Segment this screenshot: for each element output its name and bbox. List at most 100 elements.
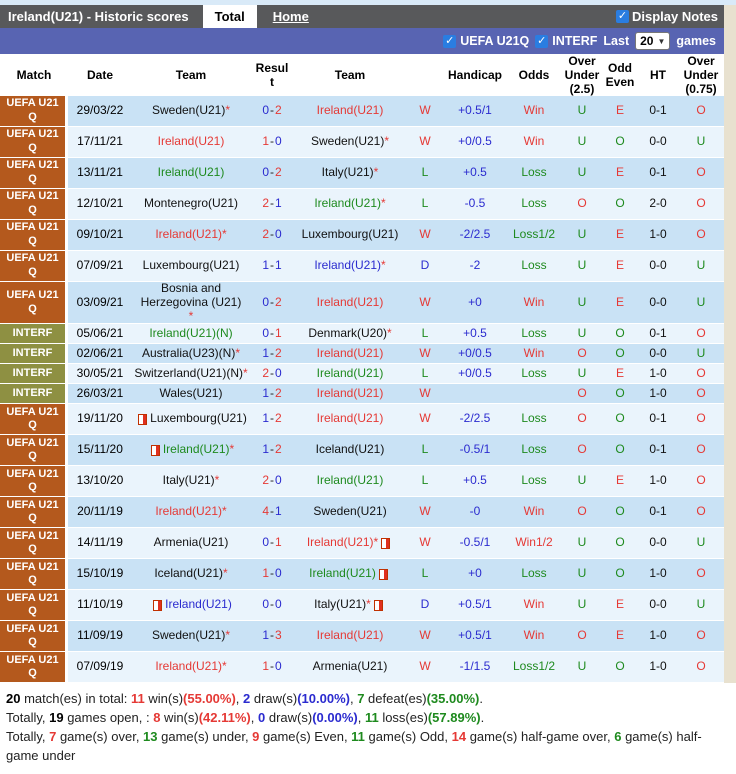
home-team-name: Ireland(U21): [165, 597, 232, 612]
red-card-icon: [381, 537, 391, 549]
home-score: 0: [262, 597, 269, 612]
away-team: Armenia(U21): [294, 652, 406, 682]
checkbox-checked-icon[interactable]: [535, 34, 549, 48]
handicap-value: +0/0.5: [458, 365, 492, 380]
handicap-value: -2/2.5: [459, 411, 491, 426]
away-team-name: Ireland(U21): [316, 411, 384, 426]
away-team-name: Ireland(U21): [316, 365, 384, 380]
match-date: 14/11/19: [77, 535, 123, 550]
advantage-star: *: [243, 365, 248, 380]
score: 0-2: [250, 282, 294, 323]
away-team-name: Ireland(U21): [316, 345, 384, 360]
away-team: Ireland(U21): [294, 282, 406, 323]
home-score: 2: [262, 473, 269, 488]
games-label: games: [676, 34, 716, 48]
away-score: 1: [275, 504, 282, 519]
table-row: UEFA U21 Q 12/10/21 Montenegro(U21) 2-1 Irel…: [0, 189, 724, 220]
away-team: Ireland(U21): [294, 621, 406, 651]
result-letter: W: [419, 134, 431, 149]
match-date: 02/06/21: [76, 345, 124, 360]
odd-even: E: [615, 365, 624, 380]
result-letter: L: [421, 473, 429, 488]
handicap-value: -0.5: [464, 196, 486, 211]
chevron-down-icon: [657, 37, 665, 46]
home-team-name: Montenegro(U21): [143, 196, 239, 211]
tab-home[interactable]: Home: [271, 5, 311, 28]
table-row: UEFA U21 Q 15/10/19 Iceland(U21) * 1-0 Irelan…: [0, 559, 724, 591]
home-team-name: Ireland(U21): [162, 442, 230, 457]
odd-even: E: [615, 597, 624, 612]
away-team-name: Ireland(U21): [316, 628, 384, 643]
away-score: 2: [275, 385, 282, 400]
away-score: 0: [275, 365, 282, 380]
handicap-value: +0.5: [463, 165, 487, 180]
home-score: 1: [262, 258, 269, 273]
page-title: Ireland(U21) - Historic scores: [8, 9, 189, 24]
checkbox-checked-icon[interactable]: [443, 34, 457, 48]
competition-label: UEFA U21 Q: [0, 158, 68, 188]
odds-value: Loss: [521, 325, 547, 340]
tab-total[interactable]: Total: [202, 5, 257, 28]
home-team-name: Ireland(U21): [155, 659, 223, 674]
advantage-star: *: [188, 308, 194, 323]
match-date: 11/09/19: [77, 628, 123, 643]
over-under-25: U: [577, 566, 587, 581]
away-team-name: Denmark(U20): [308, 325, 387, 340]
table-row: UEFA U21 Q 07/09/19 Ireland(U21) * 1-0 Armeni…: [0, 652, 724, 684]
odds-value: Loss: [521, 196, 547, 211]
odds-value: Loss: [521, 442, 547, 457]
ht-score: 0-1: [649, 442, 667, 457]
table-row: INTERF 26/03/21 Wales(U21) 1-2 Ireland(U21) W…: [0, 384, 724, 405]
over-under-25: O: [577, 442, 587, 457]
odds-value: Loss1/2: [512, 227, 556, 242]
home-score: 0: [262, 294, 269, 309]
home-score: 0: [262, 535, 269, 550]
over-under-25: O: [577, 385, 587, 400]
last-games-select[interactable]: 20: [635, 32, 671, 50]
home-team-name: Ireland(U21)(N): [149, 325, 233, 340]
table-row: INTERF 30/05/21 Switzerland(U21)(N) * 2-0 Ire…: [0, 364, 724, 385]
score: 2-0: [250, 466, 294, 496]
home-team-name: Italy(U21): [162, 473, 215, 488]
filter-bar: UEFA U21Q INTERF Last 20 games: [0, 28, 724, 54]
competition-label: UEFA U21 Q: [0, 189, 68, 219]
display-notes-toggle[interactable]: Display Notes: [616, 9, 724, 24]
table-row: INTERF 05/06/21 Ireland(U21)(N) 0-1 Denmark(…: [0, 324, 724, 345]
handicap-value: +0.5: [463, 473, 487, 488]
result-letter: L: [421, 196, 429, 211]
uefa-u21q-toggle[interactable]: UEFA U21Q: [443, 34, 529, 48]
away-team-name: Sweden(U21): [310, 134, 385, 149]
red-card-icon: [373, 599, 383, 611]
away-team: Denmark(U20) *: [294, 324, 406, 343]
home-team: Luxembourg(U21): [132, 251, 250, 281]
last-label: Last: [603, 34, 630, 48]
odd-even: O: [615, 504, 625, 519]
competition-label: UEFA U21 Q: [0, 621, 68, 652]
result-letter: L: [421, 325, 429, 340]
ht-score: 0-0: [649, 345, 667, 360]
table-row: UEFA U21 Q 13/11/21 Ireland(U21) 0-2 Italy(U…: [0, 158, 724, 189]
home-score: 0: [262, 325, 269, 340]
odd-even: O: [615, 411, 625, 426]
away-team-name: Italy(U21): [321, 165, 374, 180]
odds-value: Loss: [521, 411, 547, 426]
ht-score: 1-0: [649, 473, 667, 488]
header-over-under-075: Over Under (0.75): [683, 54, 719, 96]
red-card-icon: [378, 568, 388, 580]
header-result: Result: [255, 61, 289, 89]
result-letter: D: [420, 258, 430, 273]
away-team: Ireland(U21): [294, 364, 406, 383]
away-team-name: Ireland(U21): [314, 258, 382, 273]
header-handicap: Handicap: [447, 68, 502, 82]
away-team: Ireland(U21): [294, 384, 406, 403]
over-under-075: O: [696, 103, 706, 118]
home-team: Wales(U21): [132, 384, 250, 403]
match-date: 30/05/21: [76, 365, 124, 380]
competition-label: UEFA U21 Q: [0, 251, 68, 281]
checkbox-checked-icon[interactable]: [616, 10, 630, 23]
home-score: 2: [262, 196, 269, 211]
ht-score: 1-0: [649, 659, 667, 674]
home-score: 0: [262, 165, 269, 180]
interf-toggle[interactable]: INTERF: [535, 34, 597, 48]
away-team: Ireland(U21): [294, 466, 406, 496]
